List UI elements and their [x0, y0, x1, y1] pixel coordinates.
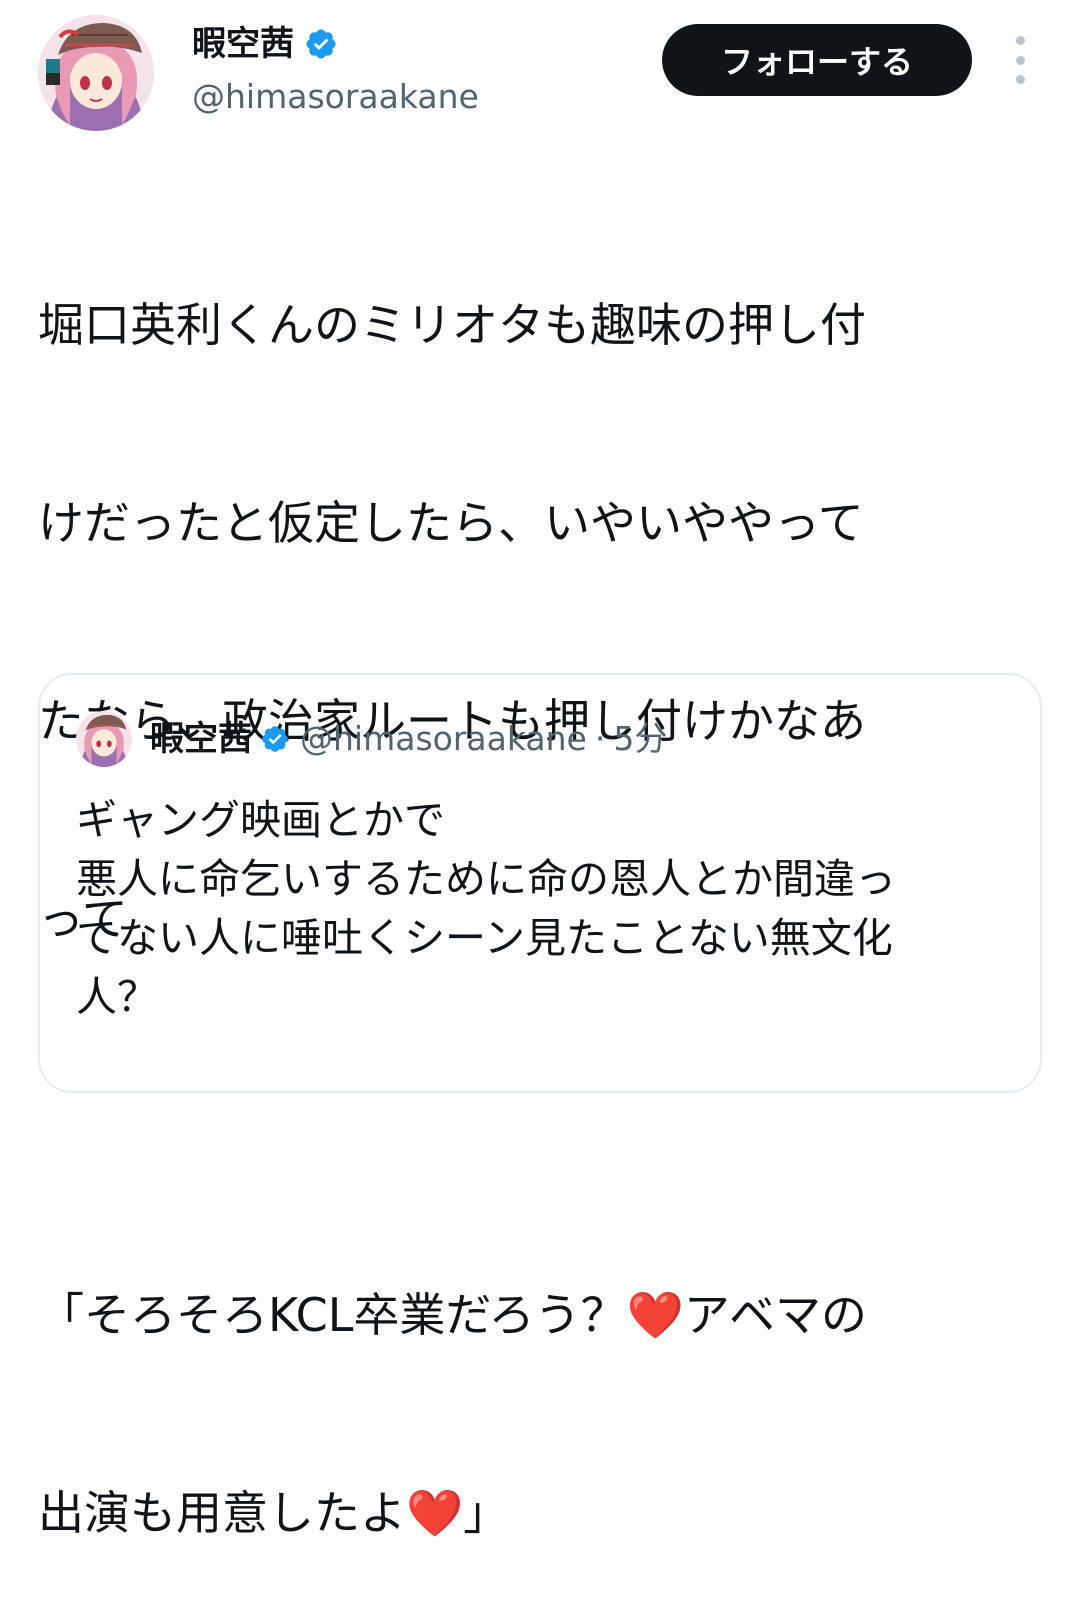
- author-handle[interactable]: @himasoraakane: [192, 76, 479, 118]
- more-dot: [1015, 36, 1025, 45]
- tweet-line: 出演も用意したよ❤️」: [38, 1486, 510, 1540]
- author-avatar[interactable]: [38, 15, 154, 131]
- verified-badge-icon: [262, 726, 288, 752]
- more-icon[interactable]: [1006, 36, 1034, 84]
- quote-timestamp[interactable]: 5分: [613, 715, 667, 763]
- quote-text: ギャング映画とかで 悪人に命乞いするために命の恩人とか間違っ てない人に唾吐くシ…: [76, 791, 1026, 1027]
- author-name[interactable]: 暇空茜: [192, 22, 338, 66]
- quote-line: てない人に唾吐くシーン見たことない無文化: [76, 914, 893, 962]
- quote-header: 暇空茜 @himasoraakane · 5分: [150, 715, 667, 763]
- quote-separator: ·: [594, 719, 606, 758]
- more-dot: [1015, 55, 1025, 65]
- quote-display-name[interactable]: 暇空茜: [150, 715, 252, 763]
- author-display-name: 暇空茜: [192, 24, 294, 64]
- quoted-tweet-card[interactable]: 暇空茜 @himasoraakane · 5分 ギャング映画とかで 悪人に命乞い…: [38, 673, 1042, 1093]
- more-dot: [1015, 75, 1025, 84]
- quote-author-avatar[interactable]: [76, 711, 132, 767]
- quote-line: 人？: [76, 973, 158, 1021]
- verified-badge-icon: [306, 29, 336, 59]
- quote-line: 悪人に命乞いするために命の恩人とか間違っ: [76, 855, 896, 903]
- quote-handle[interactable]: @himasoraakane: [300, 715, 587, 763]
- anime-girl-avatar-icon: [38, 15, 154, 131]
- follow-button[interactable]: フォローする: [662, 24, 972, 96]
- tweet-line: [38, 1084, 1048, 1150]
- tweet-line: 堀口英利くんのミリオタも趣味の押し付: [38, 298, 866, 352]
- quote-line: ギャング映画とかで: [76, 796, 445, 844]
- anime-girl-avatar-icon: [76, 711, 132, 767]
- tweet-line: 「そろそろKCL卒業だろう？❤️アベマの: [38, 1288, 867, 1342]
- tweet-line: けだったと仮定したら、いやいややって: [38, 496, 864, 550]
